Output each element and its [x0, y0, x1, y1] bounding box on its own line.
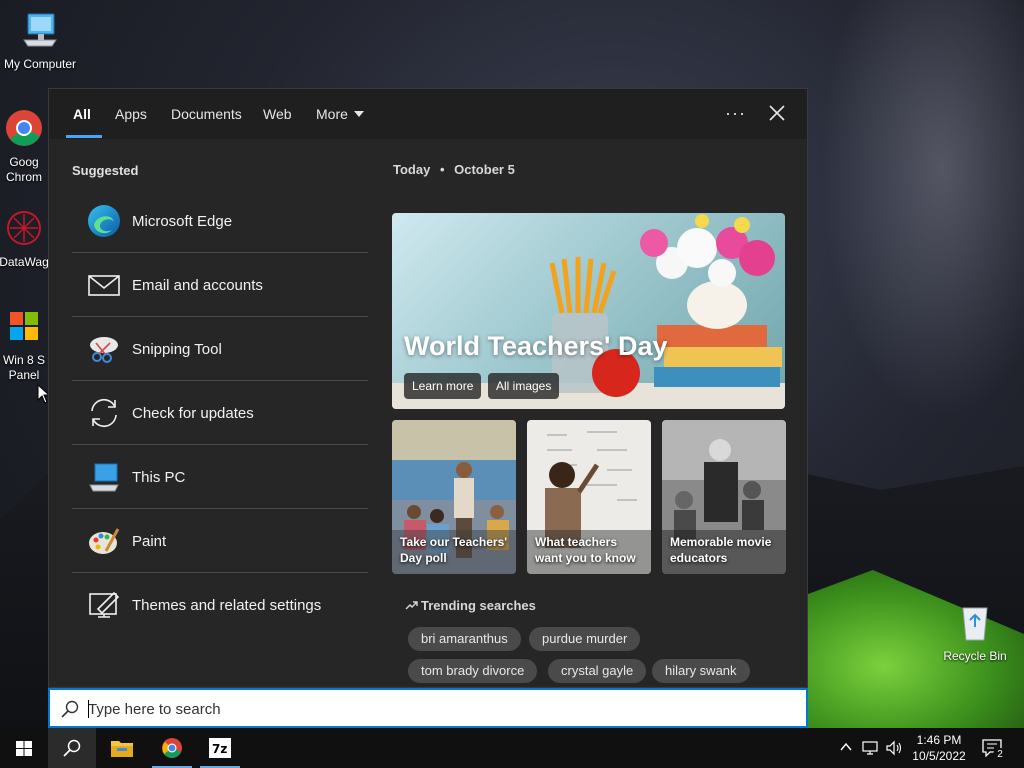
trending-heading: Trending searches: [405, 598, 536, 613]
tab-all[interactable]: All: [73, 106, 91, 122]
themes-icon: [89, 591, 120, 618]
suggested-item-themes[interactable]: Themes and related settings: [72, 573, 368, 637]
folder-icon: [111, 741, 133, 757]
desktop-icon-label: DataWag: [0, 255, 49, 269]
today-heading: Today • October 5: [393, 162, 515, 177]
suggested-item-label: Email and accounts: [132, 277, 263, 294]
taskbar-clock[interactable]: 1:46 PM 10/5/2022: [908, 732, 970, 764]
trending-chip[interactable]: crystal gayle: [548, 659, 647, 683]
today-separator: •: [439, 162, 445, 177]
datawag-icon: [7, 211, 41, 245]
sky-glow: [820, 0, 1024, 420]
trending-chip[interactable]: purdue murder: [529, 627, 641, 651]
suggested-item-label: Snipping Tool: [132, 341, 222, 358]
suggested-item-label: Microsoft Edge: [132, 213, 233, 230]
desktop-icon-label: Recycle Bin: [943, 649, 1007, 663]
tab-documents[interactable]: Documents: [171, 106, 242, 122]
search-icon: [63, 739, 81, 757]
desktop-icon-my-computer[interactable]: My Computer: [0, 10, 80, 72]
taskbar-file-explorer[interactable]: [98, 728, 146, 768]
windows-flag-icon: [10, 312, 38, 340]
today-date: October 5: [454, 162, 515, 177]
desktop-icon-recycle-bin[interactable]: Recycle Bin: [935, 602, 1015, 664]
this-pc-icon: [89, 463, 119, 492]
tab-more[interactable]: More: [316, 106, 364, 122]
recycle-bin-icon: [962, 607, 988, 641]
close-icon[interactable]: [765, 101, 789, 125]
desktop-icon-datawag[interactable]: DataWag: [0, 208, 54, 270]
hero-card[interactable]: World Teachers' Day Learn more All image…: [392, 213, 785, 409]
desktop-icon-chrome[interactable]: Goog Chrom: [0, 108, 52, 185]
taskbar-chrome[interactable]: [148, 728, 196, 768]
desktop-icon-label: My Computer: [3, 57, 77, 71]
news-card-what-teachers[interactable]: What teachers want you to know: [527, 420, 651, 574]
news-card-title: What teachers want you to know: [535, 535, 636, 565]
chevron-down-icon: [353, 111, 364, 117]
computer-icon: [23, 13, 57, 47]
suggested-item-label: Paint: [132, 533, 167, 550]
start-button[interactable]: [0, 728, 48, 768]
suggested-item-label: This PC: [132, 469, 186, 486]
svg-text:7z: 7z: [212, 742, 227, 756]
text-caret: [88, 700, 89, 718]
desktop-icon-win8-panel[interactable]: Win 8 S Panel: [0, 306, 54, 383]
chevron-up-icon[interactable]: [840, 742, 852, 752]
mail-icon: [88, 275, 120, 296]
search-panel: All Apps Documents Web More ··· Suggeste…: [48, 88, 808, 688]
active-tab-indicator: [66, 135, 102, 138]
7zip-icon: 7z: [209, 738, 231, 758]
news-card-title: Take our Teachers' Day poll: [400, 535, 508, 565]
volume-icon[interactable]: [885, 740, 903, 756]
chrome-icon: [6, 110, 42, 146]
edge-icon: [88, 205, 120, 237]
snipping-tool-icon: [90, 337, 118, 363]
news-card-title: Memorable movie educators: [670, 535, 772, 565]
news-card-movie-educators[interactable]: Memorable movie educators: [662, 420, 786, 574]
paint-icon: [89, 528, 120, 554]
suggested-item-this-pc[interactable]: This PC: [72, 445, 368, 509]
trending-chip[interactable]: tom brady divorce: [408, 659, 538, 683]
suggested-item-snipping-tool[interactable]: Snipping Tool: [72, 317, 368, 381]
tab-more-label: More: [316, 106, 348, 122]
tab-apps[interactable]: Apps: [115, 106, 147, 122]
learn-more-button[interactable]: Learn more: [404, 373, 482, 399]
chrome-icon: [162, 738, 182, 758]
taskbar-search-button[interactable]: [48, 728, 96, 768]
trending-chip[interactable]: hilary swank: [652, 659, 750, 683]
trending-label: Trending searches: [421, 598, 536, 613]
hero-title: World Teachers' Day: [404, 331, 668, 361]
suggested-item-edge[interactable]: Microsoft Edge: [72, 189, 368, 253]
suggested-item-paint[interactable]: Paint: [72, 509, 368, 573]
taskbar: 7z 1:46 PM 10/5/2022: [0, 728, 1024, 768]
tab-web[interactable]: Web: [263, 106, 292, 122]
trending-chip[interactable]: bri amaranthus: [408, 627, 521, 651]
suggested-item-check-updates[interactable]: Check for updates: [72, 381, 368, 445]
clock-time: 1:46 PM: [916, 733, 962, 747]
search-tabs-bar: All Apps Documents Web More ···: [49, 89, 807, 139]
taskbar-7zip[interactable]: 7z: [196, 728, 244, 768]
desktop-icon-label: Goog Chrom: [5, 155, 42, 184]
network-icon[interactable]: [862, 740, 880, 756]
today-label: Today: [393, 162, 431, 177]
windows-logo-icon: [16, 741, 32, 756]
search-box[interactable]: [48, 688, 808, 728]
search-icon: [61, 700, 79, 718]
suggested-item-label: Themes and related settings: [132, 597, 322, 614]
desktop-icon-label: Win 8 S Panel: [2, 353, 45, 382]
notification-count-badge: 2: [993, 748, 1007, 762]
suggested-item-email-accounts[interactable]: Email and accounts: [72, 253, 368, 317]
all-images-button[interactable]: All images: [488, 373, 560, 399]
suggested-item-label: Check for updates: [132, 405, 254, 422]
news-card-teachers-poll[interactable]: Take our Teachers' Day poll: [392, 420, 516, 574]
more-options-button[interactable]: ···: [725, 103, 746, 124]
suggested-list: Microsoft Edge Email and accounts Snippi…: [72, 189, 368, 637]
sync-icon: [91, 398, 117, 428]
search-input[interactable]: [88, 698, 688, 720]
clock-date: 10/5/2022: [912, 749, 966, 763]
suggested-heading: Suggested: [72, 163, 139, 178]
trending-arrow-icon: [405, 601, 418, 610]
